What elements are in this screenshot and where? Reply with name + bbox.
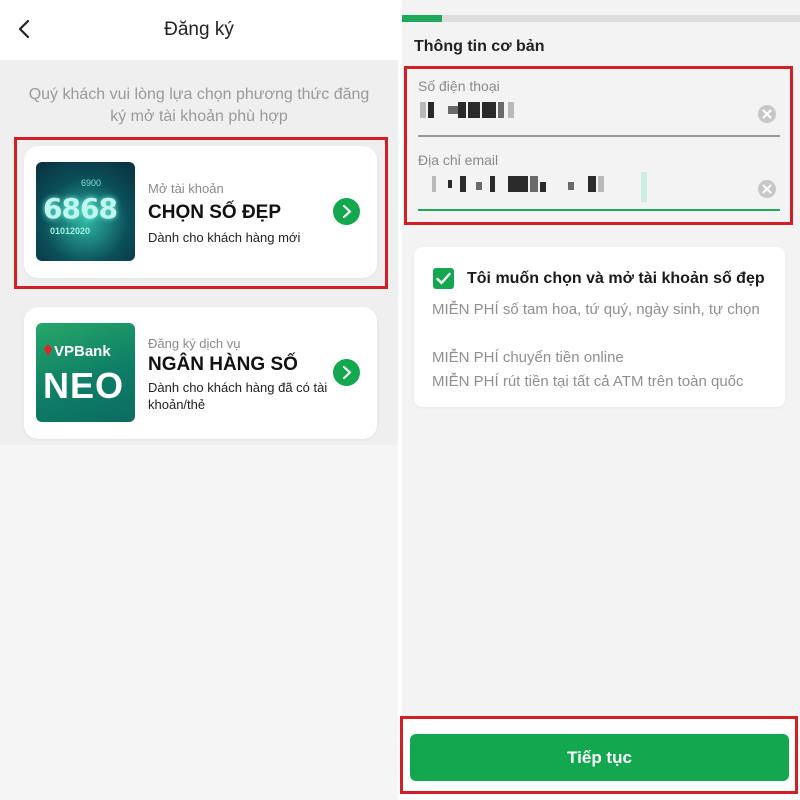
email-label: Địa chỉ email bbox=[418, 152, 499, 168]
phone-field[interactable]: Số điện thoại bbox=[418, 78, 780, 138]
chevron-right-icon[interactable] bbox=[333, 198, 360, 225]
promo-title: Tôi muốn chọn và mở tài khoản số đẹp bbox=[467, 270, 765, 287]
brand-name: VPBank bbox=[54, 343, 111, 360]
section-title: Thông tin cơ bản bbox=[414, 38, 545, 55]
progress-fill bbox=[402, 15, 442, 22]
vpbank-flag-icon bbox=[44, 344, 52, 356]
thumb-big-number: 6868 bbox=[43, 192, 118, 225]
option-card-choose-number[interactable]: 6900 6868 01012020 Mở tài khoản CHỌN SỐ … bbox=[24, 146, 377, 278]
promo-benefit: MIỄN PHÍ chuyển tiền online bbox=[432, 349, 624, 366]
email-underline bbox=[418, 209, 780, 211]
email-field[interactable]: Địa chỉ email bbox=[418, 152, 780, 212]
clear-icon[interactable] bbox=[758, 105, 776, 123]
card-description: Dành cho khách hàng mới bbox=[148, 230, 301, 245]
card-subtitle: Mở tài khoản bbox=[148, 181, 224, 196]
promo-card: Tôi muốn chọn và mở tài khoản số đẹp MIỄ… bbox=[414, 247, 785, 407]
bottom-action-bar: Tiếp tục bbox=[402, 718, 800, 800]
option-card-digital-banking[interactable]: VPBank NEO Đăng ký dịch vụ NGÂN HÀNG SỐ … bbox=[24, 307, 377, 439]
choose-number-checkbox[interactable] bbox=[433, 268, 454, 289]
text-cursor bbox=[641, 172, 647, 202]
continue-button[interactable]: Tiếp tục bbox=[410, 734, 789, 781]
promo-benefit: MIỄN PHÍ số tam hoa, tứ quý, ngày sinh, … bbox=[432, 301, 760, 318]
promo-benefit: MIỄN PHÍ rút tiền tại tất cả ATM trên to… bbox=[432, 373, 744, 390]
basic-info-screen: Thông tin cơ bản Số điện thoại Địa chỉ e… bbox=[402, 0, 800, 800]
clear-icon[interactable] bbox=[758, 180, 776, 198]
progress-bar bbox=[402, 15, 800, 22]
phone-underline bbox=[418, 135, 780, 137]
card-title: NGÂN HÀNG SỐ bbox=[148, 354, 298, 375]
thumb-tiny-number: 6900 bbox=[81, 178, 102, 188]
screen-root: Đăng ký Quý khách vui lòng lựa chọn phươ… bbox=[0, 0, 800, 800]
intro-text: Quý khách vui lòng lựa chọn phương thức … bbox=[28, 86, 370, 125]
register-method-screen: Đăng ký Quý khách vui lòng lựa chọn phươ… bbox=[0, 0, 398, 800]
page-title: Đăng ký bbox=[164, 19, 234, 40]
phone-value-redacted bbox=[418, 102, 728, 118]
card-subtitle: Đăng ký dịch vụ bbox=[148, 336, 241, 351]
vpbank-neo-logo: VPBank NEO bbox=[36, 323, 135, 422]
app-header: Đăng ký bbox=[0, 0, 398, 60]
thumb-small-number: 01012020 bbox=[50, 226, 91, 236]
choose-number-thumbnail: 6900 6868 01012020 bbox=[36, 162, 135, 261]
card-title: CHỌN SỐ ĐẸP bbox=[148, 202, 282, 223]
chevron-right-icon[interactable] bbox=[333, 359, 360, 386]
product-name: NEO bbox=[43, 365, 125, 406]
email-value-redacted bbox=[418, 176, 728, 192]
phone-label: Số điện thoại bbox=[418, 78, 500, 94]
card-description: Dành cho khách hàng đã có tài khoản/thẻ bbox=[148, 380, 328, 412]
